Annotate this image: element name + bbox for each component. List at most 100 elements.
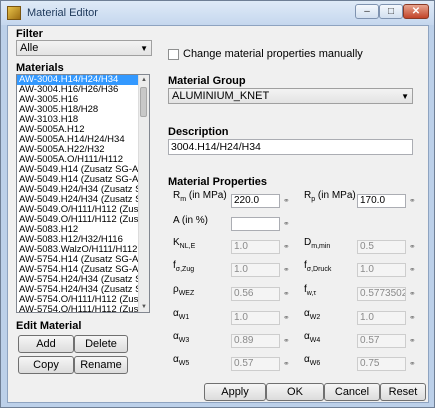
aw5-label: αW5 xyxy=(173,354,190,367)
aw6-label: αW6 xyxy=(304,354,321,367)
material-editor-icon xyxy=(7,6,21,20)
material-properties-label: Material Properties xyxy=(168,176,268,188)
chain-link-icon[interactable]: ⚭ xyxy=(409,314,419,322)
fwt-field[interactable]: 0.5773502691 xyxy=(357,287,406,301)
change-manually-label: Change material properties manually xyxy=(183,48,363,60)
list-item[interactable]: AW-5754.O/H111/H112 (Zusatz SG xyxy=(17,305,142,312)
chain-link-icon[interactable]: ⚭ xyxy=(409,197,419,205)
ok-button[interactable]: OK xyxy=(266,383,324,401)
chain-link-icon[interactable]: ⚭ xyxy=(283,197,293,205)
list-item[interactable]: AW-5005A.H22/H32 xyxy=(17,145,142,155)
scroll-down-icon[interactable]: ▼ xyxy=(139,302,149,312)
list-item[interactable]: AW-5005A.O/H111/H112 xyxy=(17,155,142,165)
aw1-field[interactable]: 1.0 xyxy=(231,311,280,325)
material-editor-window: Material Editor – □ ✕ Filter Alle ▼ Mate… xyxy=(0,0,435,408)
aw3-label: αW3 xyxy=(173,331,190,344)
list-item[interactable]: AW-5754.H14 (Zusatz SG-AlMg5) xyxy=(17,265,142,275)
list-item[interactable]: AW-3004.H16/H26/H36 xyxy=(17,85,142,95)
scroll-thumb[interactable] xyxy=(140,87,147,117)
rhowez-field[interactable]: 0.56 xyxy=(231,287,280,301)
cancel-button[interactable]: Cancel xyxy=(324,383,380,401)
chain-link-icon[interactable]: ⚭ xyxy=(283,314,293,322)
materials-scrollbar[interactable]: ▲ ▼ xyxy=(138,75,149,312)
chain-link-icon[interactable]: ⚭ xyxy=(283,220,293,228)
aw4-field[interactable]: 0.57 xyxy=(357,334,406,348)
list-item[interactable]: AW-3103.H18 xyxy=(17,115,142,125)
fszug-field[interactable]: 1.0 xyxy=(231,263,280,277)
aw4-label: αW4 xyxy=(304,331,321,344)
list-item[interactable]: AW-5754.H24/H34 (Zusatz SG-AlM xyxy=(17,275,142,285)
material-group-combobox[interactable]: ALUMINIUM_KNET ▼ xyxy=(168,88,413,104)
list-item[interactable]: AW-3005.H18/H28 xyxy=(17,105,142,115)
change-manually-checkbox[interactable] xyxy=(168,49,179,60)
aw1-label: αW1 xyxy=(173,308,190,321)
copy-button[interactable]: Copy xyxy=(18,356,74,374)
reset-button[interactable]: Reset xyxy=(380,383,426,401)
chain-link-icon[interactable]: ⚭ xyxy=(283,360,293,368)
aw3-field[interactable]: 0.89 xyxy=(231,334,280,348)
chevron-down-icon: ▼ xyxy=(140,44,148,53)
description-label: Description xyxy=(168,126,229,138)
scroll-up-icon[interactable]: ▲ xyxy=(139,75,149,85)
close-button[interactable]: ✕ xyxy=(403,4,429,19)
rp-label: Rp (in MPa) xyxy=(304,190,356,203)
chain-link-icon[interactable]: ⚭ xyxy=(409,243,419,251)
list-item[interactable]: AW-5049.H24/H34 (Zusatz SG-AlM xyxy=(17,195,142,205)
chain-link-icon[interactable]: ⚭ xyxy=(409,337,419,345)
list-item[interactable]: AW-3005.H16 xyxy=(17,95,142,105)
materials-list[interactable]: AW-3004.H14/H24/H34 AW-3004.H16/H26/H36 AW… xyxy=(16,74,150,313)
delete-button[interactable]: Delete xyxy=(74,335,128,353)
title-bar[interactable]: Material Editor – □ ✕ xyxy=(1,1,434,25)
chain-link-icon[interactable]: ⚭ xyxy=(283,243,293,251)
aw5-field[interactable]: 0.57 xyxy=(231,357,280,371)
a-label: A (in %) xyxy=(173,215,209,226)
list-item[interactable]: AW-5754.O/H111/H112 (Zusatz SG xyxy=(17,295,142,305)
list-item[interactable]: AW-5049.H14 (Zusatz SG-AlMg3) xyxy=(17,165,142,175)
maximize-button[interactable]: □ xyxy=(379,4,403,19)
apply-button[interactable]: Apply xyxy=(204,383,266,401)
material-group-label: Material Group xyxy=(168,75,246,87)
list-item[interactable]: AW-5049.H24/H34 (Zusatz SG-AlM xyxy=(17,185,142,195)
list-item[interactable]: AW-5049.H14 (Zusatz SG-AlMg5) xyxy=(17,175,142,185)
aw2-field[interactable]: 1.0 xyxy=(357,311,406,325)
fsdruck-label: fσ,Druck xyxy=(304,260,332,273)
add-button[interactable]: Add xyxy=(18,335,74,353)
list-item[interactable]: AW-5005A.H12 xyxy=(17,125,142,135)
list-item[interactable]: AW-5005A.H14/H24/H34 xyxy=(17,135,142,145)
list-item[interactable]: AW-3004.H14/H24/H34 xyxy=(17,75,142,85)
fszug-label: fσ,Zug xyxy=(173,260,195,273)
chain-link-icon[interactable]: ⚭ xyxy=(283,290,293,298)
materials-label: Materials xyxy=(16,62,64,74)
chain-link-icon[interactable]: ⚭ xyxy=(409,290,419,298)
knle-label: KNL,E xyxy=(173,237,196,250)
rename-button[interactable]: Rename xyxy=(74,356,128,374)
knle-field[interactable]: 1.0 xyxy=(231,240,280,254)
aw2-label: αW2 xyxy=(304,308,321,321)
list-item[interactable]: AW-5049.O/H111/H112 (Zusatz SG xyxy=(17,205,142,215)
list-item[interactable]: AW-5083.H12 xyxy=(17,225,142,235)
filter-combobox[interactable]: Alle ▼ xyxy=(16,40,152,56)
filter-value: Alle xyxy=(20,42,39,54)
rp-field[interactable]: 170.0 xyxy=(357,194,406,208)
chain-link-icon[interactable]: ⚭ xyxy=(409,266,419,274)
list-item[interactable]: AW-5754.H14 (Zusatz SG-AlMg3) xyxy=(17,255,142,265)
list-item[interactable]: AW-5754.H24/H34 (Zusatz SG-AlM xyxy=(17,285,142,295)
minimize-button[interactable]: – xyxy=(355,4,379,19)
rm-label: Rm (in MPa) xyxy=(173,190,227,203)
aw6-field[interactable]: 0.75 xyxy=(357,357,406,371)
rm-field[interactable]: 220.0 xyxy=(231,194,280,208)
a-field[interactable] xyxy=(231,217,280,231)
dmmin-label: Dm,min xyxy=(304,237,331,250)
dmmin-field[interactable]: 0.5 xyxy=(357,240,406,254)
list-item[interactable]: AW-5083.WalzO/H111/H112 xyxy=(17,245,142,255)
chain-link-icon[interactable]: ⚭ xyxy=(283,266,293,274)
rhowez-label: ρWEZ xyxy=(173,284,195,297)
list-item[interactable]: AW-5049.O/H111/H112 (Zusatz SG xyxy=(17,215,142,225)
fsdruck-field[interactable]: 1.0 xyxy=(357,263,406,277)
window-title: Material Editor xyxy=(27,7,98,19)
list-item[interactable]: AW-5083.H12/H32/H116 xyxy=(17,235,142,245)
description-field[interactable]: 3004.H14/H24/H34 xyxy=(168,139,413,155)
edit-material-label: Edit Material xyxy=(16,320,82,332)
chain-link-icon[interactable]: ⚭ xyxy=(283,337,293,345)
chain-link-icon[interactable]: ⚭ xyxy=(409,360,419,368)
